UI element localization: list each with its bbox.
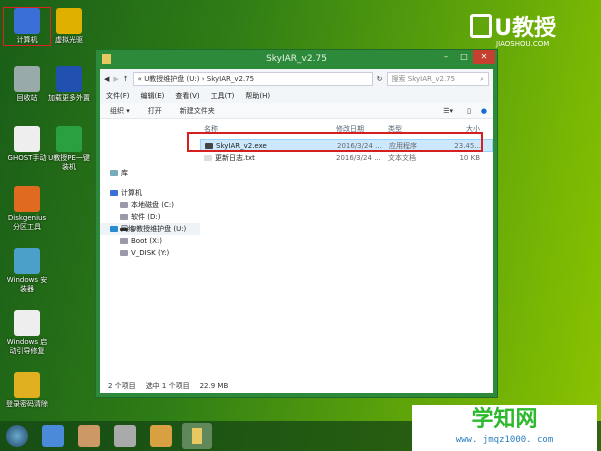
file-list: 名称 修改日期 类型 大小 SkyIAR_v2.exe 2016/3/24 ...…	[200, 119, 493, 379]
menu-item[interactable]: 工具(T)	[211, 91, 235, 101]
refresh-button[interactable]: ↻	[377, 75, 383, 83]
menu-item[interactable]: 查看(V)	[175, 91, 199, 101]
shortcut-icon	[14, 248, 40, 274]
nav-drive[interactable]: 本地磁盘 (C:)	[100, 199, 200, 211]
text-file-icon	[204, 155, 212, 161]
nav-drive[interactable]: 软件 (D:)	[100, 211, 200, 223]
help-icon[interactable]: ●	[481, 107, 487, 115]
taskbar-tool-icon[interactable]	[78, 425, 100, 447]
desktop-icon[interactable]: 虚拟光驱	[46, 8, 92, 45]
computer-icon	[110, 190, 118, 196]
open-button[interactable]: 打开	[148, 106, 162, 116]
nav-library[interactable]: 库	[100, 167, 200, 179]
desktop-icon[interactable]: 加载更多外置	[46, 66, 92, 103]
menu-item[interactable]: 文件(F)	[106, 91, 130, 101]
taskbar-desktop-icon[interactable]	[42, 425, 64, 447]
drive-icon	[120, 250, 128, 256]
address-row: ◀ ▶ ↑ « U教授维护盘 (U:) › SkyIAR_v2.75 ↻ 搜索 …	[100, 69, 493, 89]
menu-bar: 文件(F) 编辑(E) 查看(V) 工具(T) 帮助(H)	[100, 89, 493, 103]
preview-pane-icon[interactable]: ▯	[467, 107, 471, 115]
search-input[interactable]: 搜索 SkyIAR_v2.75 ⌕	[386, 72, 489, 86]
navigation-pane: 库 计算机 本地磁盘 (C:) 软件 (D:) U教授维护盘 (U:) Boot (X…	[100, 119, 200, 379]
nav-drive[interactable]: Boot (X:)	[100, 235, 200, 247]
shortcut-icon	[56, 126, 82, 152]
desktop-icon[interactable]: GHOST手动	[4, 126, 50, 163]
back-button[interactable]: ◀	[104, 75, 109, 83]
nav-computer[interactable]: 计算机	[100, 187, 200, 199]
toolbar: 组织 ▾ 打开 新建文件夹 ☰▾ ▯ ●	[100, 103, 493, 119]
taskbar-drive-icon[interactable]	[114, 425, 136, 447]
shortcut-icon	[56, 8, 82, 34]
drive-icon	[120, 238, 128, 244]
close-button[interactable]: ✕	[473, 50, 495, 64]
desktop-icon[interactable]: 计算机	[3, 7, 51, 46]
brand-logo: U教授 JIAOSHOU.COM	[470, 10, 556, 48]
menu-item[interactable]: 编辑(E)	[141, 91, 165, 101]
window-title: SkyIAR_v2.75	[266, 54, 327, 64]
status-bar: 2 个项目 选中 1 个项目 22.9 MB	[108, 382, 229, 390]
explorer-window: SkyIAR_v2.75 – □ ✕ ◀ ▶ ↑ « U教授维护盘 (U:) ›…	[95, 49, 498, 398]
start-button[interactable]	[6, 425, 28, 447]
taskbar-explorer-icon[interactable]	[182, 423, 212, 449]
new-folder-button[interactable]: 新建文件夹	[180, 106, 215, 116]
menu-item[interactable]: 帮助(H)	[245, 91, 270, 101]
desktop-icon[interactable]: Windows 启动引导修复	[4, 310, 50, 356]
address-bar[interactable]: « U教授维护盘 (U:) › SkyIAR_v2.75	[132, 72, 373, 86]
shortcut-icon	[14, 186, 40, 212]
file-row[interactable]: 更新日志.txt 2016/3/24 ... 文本文档 10 KB	[200, 152, 493, 165]
up-button[interactable]: ↑	[123, 75, 129, 83]
watermark: 学知网 www. jmqz1000. com	[412, 405, 597, 451]
network-icon	[110, 226, 118, 232]
nav-drive[interactable]: V_DISK (Y:)	[100, 247, 200, 259]
desktop-icon[interactable]: 回收站	[4, 66, 50, 103]
shortcut-icon	[14, 66, 40, 92]
search-icon: ⌕	[480, 75, 484, 83]
shortcut-icon	[14, 8, 40, 34]
shortcut-icon	[14, 372, 40, 398]
view-options-icon[interactable]: ☰▾	[443, 107, 453, 115]
desktop-icon[interactable]: Diskgenius 分区工具	[4, 186, 50, 232]
minimize-button[interactable]: –	[437, 50, 455, 64]
organize-button[interactable]: 组织 ▾	[110, 106, 130, 116]
drive-icon	[120, 202, 128, 208]
forward-button[interactable]: ▶	[113, 75, 118, 83]
shortcut-icon	[14, 310, 40, 336]
shortcut-icon	[56, 66, 82, 92]
library-icon	[110, 170, 118, 176]
shortcut-icon	[14, 126, 40, 152]
desktop-icon[interactable]: 登录密码清除	[4, 372, 50, 409]
desktop-icon[interactable]: Windows 安装器	[4, 248, 50, 294]
maximize-button[interactable]: □	[455, 50, 473, 64]
taskbar-app-icon[interactable]	[150, 425, 172, 447]
desktop-icon[interactable]: U教授PE一键装机	[46, 126, 92, 172]
drive-icon	[120, 214, 128, 220]
title-bar[interactable]: SkyIAR_v2.75 – □ ✕	[96, 50, 497, 69]
folder-icon	[102, 54, 111, 64]
highlight-box	[187, 132, 483, 152]
